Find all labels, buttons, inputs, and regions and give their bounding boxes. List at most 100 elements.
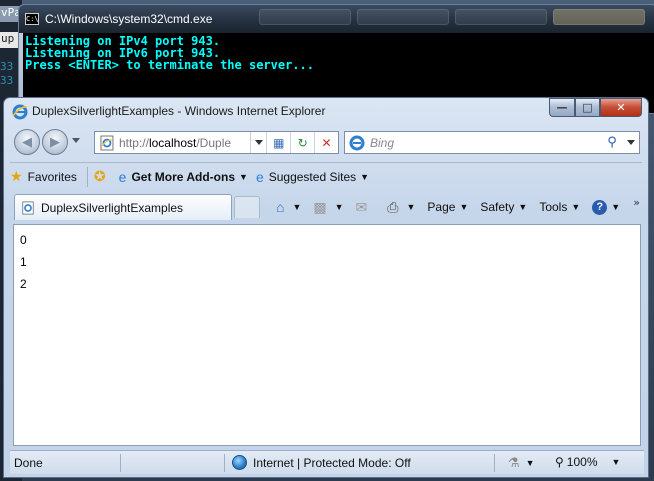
- popup-blocker-button[interactable]: ⚗ ▼: [508, 455, 535, 471]
- suggested-sites-label: Suggested Sites: [268, 169, 357, 184]
- minimize-button[interactable]: —: [549, 98, 575, 117]
- popup-icon: ⚗: [508, 455, 520, 470]
- chevron-down-icon: ▼: [571, 202, 581, 212]
- search-options-button[interactable]: [623, 140, 639, 145]
- forward-arrow-icon: ▶: [50, 134, 60, 150]
- ghost-tab: [259, 9, 351, 25]
- content-line: 2: [20, 277, 27, 291]
- page-icon: [100, 135, 114, 150]
- line-number: 33: [0, 60, 14, 73]
- safety-menu-label: Safety: [480, 200, 515, 214]
- new-tab-button[interactable]: [234, 196, 260, 218]
- back-arrow-icon: ◀: [22, 134, 32, 150]
- chevron-down-icon: ▼: [459, 202, 469, 212]
- address-text[interactable]: http://localhost/Duple: [119, 136, 250, 150]
- printer-icon: ⎙: [387, 198, 399, 215]
- divider: [120, 454, 121, 472]
- command-bar: ⌂ ▼ ▩ ▼ ✉ ⎙ ▼ Page ▼ Safety ▼ Tools ▼ ? ▼: [276, 196, 632, 218]
- chevron-down-icon: ▼: [525, 458, 535, 468]
- forward-button[interactable]: ▶: [42, 129, 68, 155]
- zoom-icon: ⚲: [555, 455, 564, 469]
- chevron-down-icon: ▼: [360, 171, 370, 182]
- favorites-label: Favorites: [27, 169, 77, 184]
- tools-menu-label: Tools: [539, 200, 568, 214]
- history-dropdown-icon[interactable]: [72, 138, 80, 143]
- desktop: vPa up 33 33 C:\ C:\Windows\system32\cmd…: [0, 0, 654, 481]
- security-zone[interactable]: Internet | Protected Mode: Off: [232, 455, 411, 470]
- page-icon: [22, 200, 34, 215]
- chevron-down-icon: ▼: [239, 171, 248, 182]
- rss-icon: ▩: [313, 198, 327, 215]
- divider: [224, 454, 225, 472]
- print-button[interactable]: ⎙ ▼: [387, 199, 415, 216]
- ghost-tab: [553, 9, 645, 25]
- magnifier-icon: ⚲: [607, 135, 617, 150]
- more-commands-chevron-icon[interactable]: »: [633, 196, 640, 209]
- help-icon: ?: [592, 199, 608, 215]
- suggested-sites-link[interactable]: e Suggested Sites ▼: [256, 169, 369, 185]
- navigation-bar: ◀ ▶ http://localhost/Duple ▦ ↻ ✕ Bing ⚲: [4, 128, 648, 156]
- chevron-down-icon: [254, 140, 263, 145]
- back-button[interactable]: ◀: [14, 129, 40, 155]
- search-box[interactable]: Bing ⚲: [344, 131, 640, 154]
- home-button[interactable]: ⌂ ▼: [276, 199, 301, 215]
- cmd-title-bar[interactable]: C:\ C:\Windows\system32\cmd.exe: [19, 5, 654, 33]
- window-controls: — □ ✕: [549, 98, 642, 117]
- tab-title: DuplexSilverlightExamples: [41, 200, 184, 215]
- status-text: Done: [14, 456, 43, 470]
- tools-menu[interactable]: Tools ▼: [539, 200, 580, 214]
- address-prefix: http://: [118, 135, 149, 150]
- address-bar[interactable]: http://localhost/Duple ▦ ↻ ✕: [94, 131, 339, 154]
- compatibility-view-button[interactable]: ▦: [266, 132, 290, 153]
- address-host: localhost: [148, 135, 197, 150]
- page-icon: e: [118, 168, 127, 185]
- chevron-down-icon: ▼: [518, 202, 528, 212]
- favorites-button[interactable]: ★ Favorites: [10, 168, 77, 185]
- ie-logo-icon: [12, 104, 28, 120]
- zoom-control[interactable]: ⚲ 100% ▼: [555, 455, 620, 469]
- search-input[interactable]: Bing: [370, 136, 601, 150]
- content-line: 1: [20, 255, 27, 269]
- compatibility-icon: ▦: [273, 135, 285, 150]
- ie-title-bar[interactable]: DuplexSilverlightExamples - Windows Inte…: [4, 98, 648, 124]
- chevron-down-icon: ▼: [292, 202, 302, 212]
- add-favorite-icon: ✪: [93, 168, 106, 184]
- chevron-down-icon: [627, 140, 635, 145]
- page-icon: e: [255, 168, 264, 185]
- ghost-tab: [357, 9, 449, 25]
- content-line: 0: [20, 233, 27, 247]
- globe-icon: [232, 455, 247, 470]
- bing-logo-icon: [349, 135, 365, 150]
- refresh-button[interactable]: ↻: [290, 132, 314, 153]
- favorites-bar: ★ Favorites ✪ e Get More Add-ons ▼ e Sug…: [10, 162, 642, 190]
- address-dropdown-button[interactable]: [250, 132, 266, 153]
- star-icon: ★: [10, 168, 23, 184]
- zone-label: Internet | Protected Mode: Off: [253, 455, 411, 470]
- status-bar: Done Internet | Protected Mode: Off ⚗ ▼ …: [10, 450, 644, 474]
- console-line: Press <ENTER> to terminate the server...: [25, 58, 314, 72]
- chevron-down-icon: ▼: [611, 202, 621, 212]
- home-icon: ⌂: [276, 199, 285, 215]
- safety-menu[interactable]: Safety ▼: [480, 200, 527, 214]
- addons-label: Get More Add-ons: [131, 169, 236, 184]
- help-menu[interactable]: ? ▼: [592, 199, 621, 215]
- read-mail-button[interactable]: ✉: [356, 199, 376, 216]
- tab-duplex-silverlight-examples[interactable]: DuplexSilverlightExamples: [14, 194, 232, 220]
- chevron-down-icon: ▼: [334, 202, 344, 212]
- page-menu[interactable]: Page ▼: [427, 200, 468, 214]
- close-button[interactable]: ✕: [600, 98, 642, 117]
- tab-row: DuplexSilverlightExamples ⌂ ▼ ▩ ▼ ✉ ⎙ ▼ Pag…: [4, 192, 648, 220]
- chevron-down-icon: ▼: [611, 457, 621, 467]
- get-more-addons-link[interactable]: e Get More Add-ons ▼: [119, 169, 248, 185]
- cmd-icon: C:\: [25, 13, 39, 25]
- ghost-tab: [455, 9, 547, 25]
- search-button[interactable]: ⚲: [601, 135, 623, 150]
- divider: [86, 166, 88, 187]
- stop-button[interactable]: ✕: [314, 132, 338, 153]
- maximize-button[interactable]: □: [575, 98, 600, 117]
- page-content[interactable]: 0 1 2: [13, 224, 641, 446]
- ie-window: DuplexSilverlightExamples - Windows Inte…: [3, 97, 649, 478]
- add-to-favorites-bar-button[interactable]: ✪: [94, 168, 111, 185]
- feeds-button[interactable]: ▩ ▼: [313, 199, 343, 216]
- background-taskbar-ghosts: [259, 9, 645, 25]
